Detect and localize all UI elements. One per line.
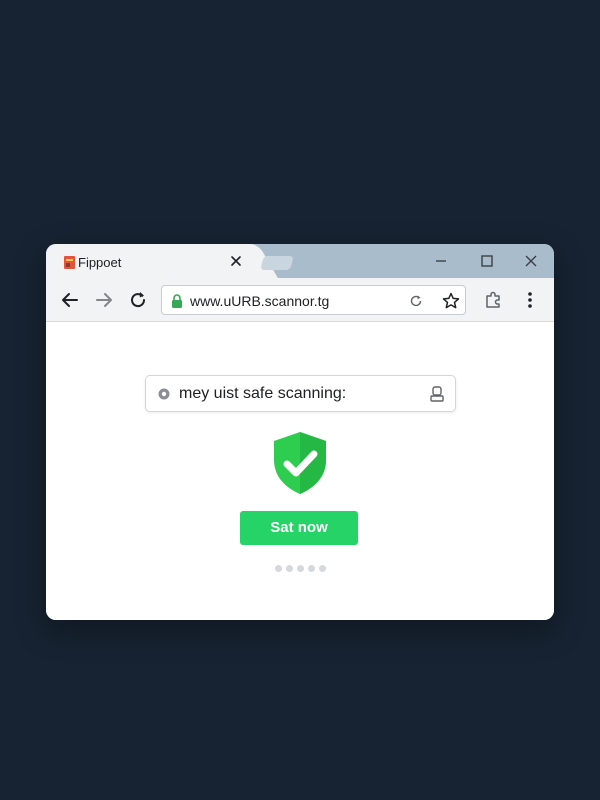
reload-icon[interactable] <box>127 289 149 311</box>
refresh-small-icon[interactable] <box>408 293 424 309</box>
kebab-menu-icon[interactable] <box>520 289 540 311</box>
search-value: mey uist safe scanning: <box>179 385 347 402</box>
pagination-dot[interactable] <box>275 565 282 572</box>
minimize-icon[interactable] <box>433 253 449 269</box>
tab-title: Fippoet <box>78 255 122 270</box>
new-tab-button[interactable] <box>260 256 294 270</box>
scan-now-button[interactable]: Sat now <box>240 511 358 545</box>
pagination-dot[interactable] <box>319 565 326 572</box>
page-content: mey uist safe scanning: Sat now <box>46 322 554 620</box>
page-favicon-icon <box>64 256 75 269</box>
title-bar: Fippoet <box>46 244 554 278</box>
pagination-dot[interactable] <box>286 565 293 572</box>
pagination-dot[interactable] <box>297 565 304 572</box>
url-text: www.uURB.scannor.tg <box>190 293 330 309</box>
pagination-dots <box>275 565 329 573</box>
shield-check-icon <box>274 432 326 494</box>
maximize-icon[interactable] <box>479 253 495 269</box>
browser-window: Fippoet www.uURB.scannor.tg mey uist saf… <box>46 244 554 620</box>
profile-icon[interactable] <box>429 385 445 403</box>
pagination-dot[interactable] <box>308 565 315 572</box>
browser-toolbar: www.uURB.scannor.tg <box>46 278 554 322</box>
puzzle-icon[interactable] <box>482 289 504 311</box>
search-input[interactable]: mey uist safe scanning: <box>145 375 456 412</box>
arrow-left-icon[interactable] <box>59 289 81 311</box>
address-bar[interactable]: www.uURB.scannor.tg <box>161 285 466 315</box>
close-window-icon[interactable] <box>523 253 539 269</box>
lock-icon <box>172 294 182 308</box>
tab-close-icon[interactable] <box>228 253 244 269</box>
star-icon[interactable] <box>441 291 461 311</box>
arrow-right-icon[interactable] <box>93 289 115 311</box>
search-icon <box>158 388 170 400</box>
